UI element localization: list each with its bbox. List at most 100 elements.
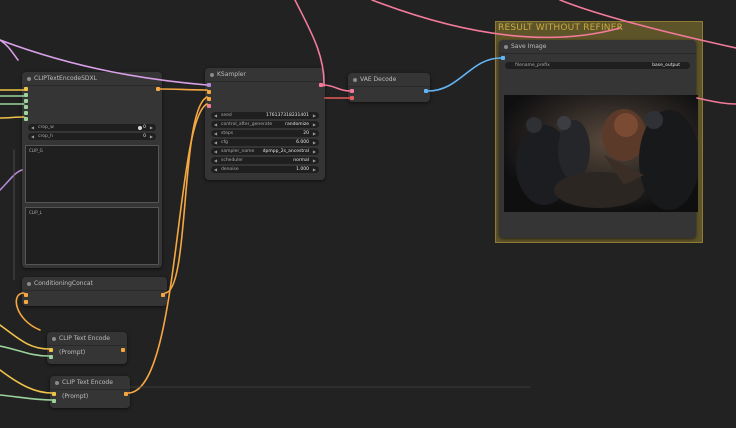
target-width-input-socket[interactable] bbox=[24, 105, 28, 109]
increment-arrow-icon[interactable]: ▶ bbox=[313, 157, 316, 164]
text-input-socket[interactable] bbox=[24, 117, 28, 121]
decrement-arrow-icon[interactable]: ◀ bbox=[214, 139, 217, 146]
wire-purple-left-2 bbox=[0, 39, 19, 61]
cfg-label: cfg bbox=[221, 140, 228, 145]
collapse-dot-icon[interactable] bbox=[55, 381, 59, 385]
save-image-node[interactable]: Save Image filename_prefix base_output bbox=[499, 40, 698, 238]
images-input-socket[interactable] bbox=[501, 56, 505, 60]
crop-h-label: crop_h bbox=[38, 134, 53, 139]
wire-ksampler-vae bbox=[322, 84, 351, 92]
denoise-value: 1.000 bbox=[296, 167, 309, 172]
decrement-arrow-icon[interactable]: ◀ bbox=[214, 166, 217, 173]
clip-input-socket[interactable] bbox=[52, 392, 56, 396]
increment-arrow-icon[interactable]: ▶ bbox=[150, 124, 153, 131]
text-l-textarea[interactable]: CLIP_L bbox=[25, 207, 159, 265]
text-input-socket[interactable] bbox=[49, 355, 53, 359]
sampler-name-widget[interactable]: ◀ sampler_name dpmpp_2s_ancestral ▶ bbox=[211, 148, 319, 155]
increment-arrow-icon[interactable]: ▶ bbox=[150, 133, 153, 140]
node-title[interactable]: ConditioningConcat bbox=[22, 277, 167, 291]
node-title[interactable]: CLIP Text Encode (Prompt) bbox=[47, 332, 127, 356]
scheduler-label: scheduler bbox=[221, 158, 244, 163]
conditioning-concat-node[interactable]: ConditioningConcat bbox=[22, 277, 167, 306]
latent-input-socket[interactable] bbox=[207, 104, 211, 108]
positive-input-socket[interactable] bbox=[207, 90, 211, 94]
increment-arrow-icon[interactable]: ▶ bbox=[313, 148, 316, 155]
wire-green-3 bbox=[0, 345, 50, 357]
output-image-preview[interactable] bbox=[504, 95, 698, 212]
crop-h-widget[interactable]: ◀ crop_h 0 ▶ bbox=[28, 133, 156, 140]
filename-prefix-widget[interactable]: filename_prefix base_output bbox=[505, 62, 690, 69]
vae-input-socket[interactable] bbox=[350, 96, 354, 100]
conditioning-output-socket[interactable] bbox=[121, 348, 125, 352]
wire-clip-left-4 bbox=[0, 369, 53, 394]
node-title[interactable]: CLIPTextEncodeSDXL bbox=[22, 72, 162, 86]
ksampler-node[interactable]: KSampler ◀ seed 176137318231401 ▶ ◀ cont… bbox=[205, 68, 325, 180]
control-value: randomize bbox=[285, 122, 309, 127]
crop-w-widget[interactable]: ◀ crop_w 0 ▶ bbox=[28, 124, 156, 131]
decrement-arrow-icon[interactable]: ◀ bbox=[31, 124, 34, 131]
increment-arrow-icon[interactable]: ▶ bbox=[313, 112, 316, 119]
denoise-widget[interactable]: ◀ denoise 1.000 ▶ bbox=[211, 166, 319, 173]
wire-image bbox=[427, 57, 502, 92]
clip-text-encode-prompt-node-1[interactable]: CLIP Text Encode (Prompt) bbox=[47, 332, 127, 364]
decrement-arrow-icon[interactable]: ◀ bbox=[214, 157, 217, 164]
vae-decode-node[interactable]: VAE Decode bbox=[348, 73, 430, 102]
target-height-input-socket[interactable] bbox=[24, 111, 28, 115]
increment-arrow-icon[interactable]: ▶ bbox=[313, 130, 316, 137]
clip-input-socket[interactable] bbox=[24, 87, 28, 91]
decrement-arrow-icon[interactable]: ◀ bbox=[214, 112, 217, 119]
steps-label: steps bbox=[221, 131, 234, 136]
conditioning-from-input-socket[interactable] bbox=[24, 300, 28, 304]
text-input-socket[interactable] bbox=[52, 399, 56, 403]
conditioning-output-socket[interactable] bbox=[124, 392, 128, 396]
crop-h-value: 0 bbox=[143, 134, 146, 139]
conditioning-output-socket[interactable] bbox=[161, 293, 165, 297]
filename-prefix-value: base_output bbox=[652, 63, 680, 68]
collapse-dot-icon[interactable] bbox=[210, 73, 214, 77]
steps-value: 20 bbox=[303, 131, 309, 136]
clip-sdxl-title: CLIPTextEncodeSDXL bbox=[34, 75, 97, 82]
ksampler-title: KSampler bbox=[217, 71, 246, 78]
control-after-generate-widget[interactable]: ◀ control_after_generate randomize ▶ bbox=[211, 121, 319, 128]
collapse-dot-icon[interactable] bbox=[353, 78, 357, 82]
wire-clip-left-3 bbox=[0, 324, 50, 350]
node-title[interactable]: KSampler bbox=[205, 68, 325, 82]
clip-input-socket[interactable] bbox=[49, 348, 53, 352]
conditioning-output-socket[interactable] bbox=[156, 87, 160, 91]
clip-text-encode-sdxl-node[interactable]: CLIPTextEncodeSDXL ◀ crop_w 0 ▶ ◀ crop_h… bbox=[22, 72, 162, 268]
width-input-socket[interactable] bbox=[24, 93, 28, 97]
wire-green-4 bbox=[0, 394, 53, 401]
node-title[interactable]: CLIP Text Encode (Prompt) bbox=[50, 376, 130, 400]
crop-w-label: crop_w bbox=[38, 125, 54, 130]
collapse-dot-icon[interactable] bbox=[52, 337, 56, 341]
model-input-socket[interactable] bbox=[207, 83, 211, 87]
samples-input-socket[interactable] bbox=[350, 89, 354, 93]
collapse-dot-icon[interactable] bbox=[27, 282, 31, 286]
wire-purple-left bbox=[0, 169, 23, 191]
node-title[interactable]: Save Image bbox=[499, 40, 696, 54]
sampler-name-value: dpmpp_2s_ancestral bbox=[262, 149, 309, 154]
conditioning-to-input-socket[interactable] bbox=[24, 293, 28, 297]
cfg-widget[interactable]: ◀ cfg 6.000 ▶ bbox=[211, 139, 319, 146]
increment-arrow-icon[interactable]: ▶ bbox=[313, 121, 316, 128]
decrement-arrow-icon[interactable]: ◀ bbox=[214, 130, 217, 137]
negative-input-socket[interactable] bbox=[207, 97, 211, 101]
increment-arrow-icon[interactable]: ▶ bbox=[313, 166, 316, 173]
decrement-arrow-icon[interactable]: ◀ bbox=[214, 121, 217, 128]
collapse-dot-icon[interactable] bbox=[504, 45, 508, 49]
node-title[interactable]: VAE Decode bbox=[348, 73, 430, 87]
image-output-socket[interactable] bbox=[424, 89, 428, 93]
clip-text-encode-prompt-node-2[interactable]: CLIP Text Encode (Prompt) bbox=[50, 376, 130, 408]
latent-output-socket[interactable] bbox=[319, 83, 323, 87]
cfg-value: 6.000 bbox=[296, 140, 309, 145]
collapse-dot-icon[interactable] bbox=[27, 77, 31, 81]
text-g-textarea[interactable]: CLIP_G bbox=[25, 145, 159, 203]
decrement-arrow-icon[interactable]: ◀ bbox=[31, 133, 34, 140]
seed-widget[interactable]: ◀ seed 176137318231401 ▶ bbox=[211, 112, 319, 119]
height-input-socket[interactable] bbox=[24, 99, 28, 103]
decrement-arrow-icon[interactable]: ◀ bbox=[214, 148, 217, 155]
sampler-name-label: sampler_name bbox=[221, 149, 255, 154]
scheduler-widget[interactable]: ◀ scheduler normal ▶ bbox=[211, 157, 319, 164]
steps-widget[interactable]: ◀ steps 20 ▶ bbox=[211, 130, 319, 137]
increment-arrow-icon[interactable]: ▶ bbox=[313, 139, 316, 146]
